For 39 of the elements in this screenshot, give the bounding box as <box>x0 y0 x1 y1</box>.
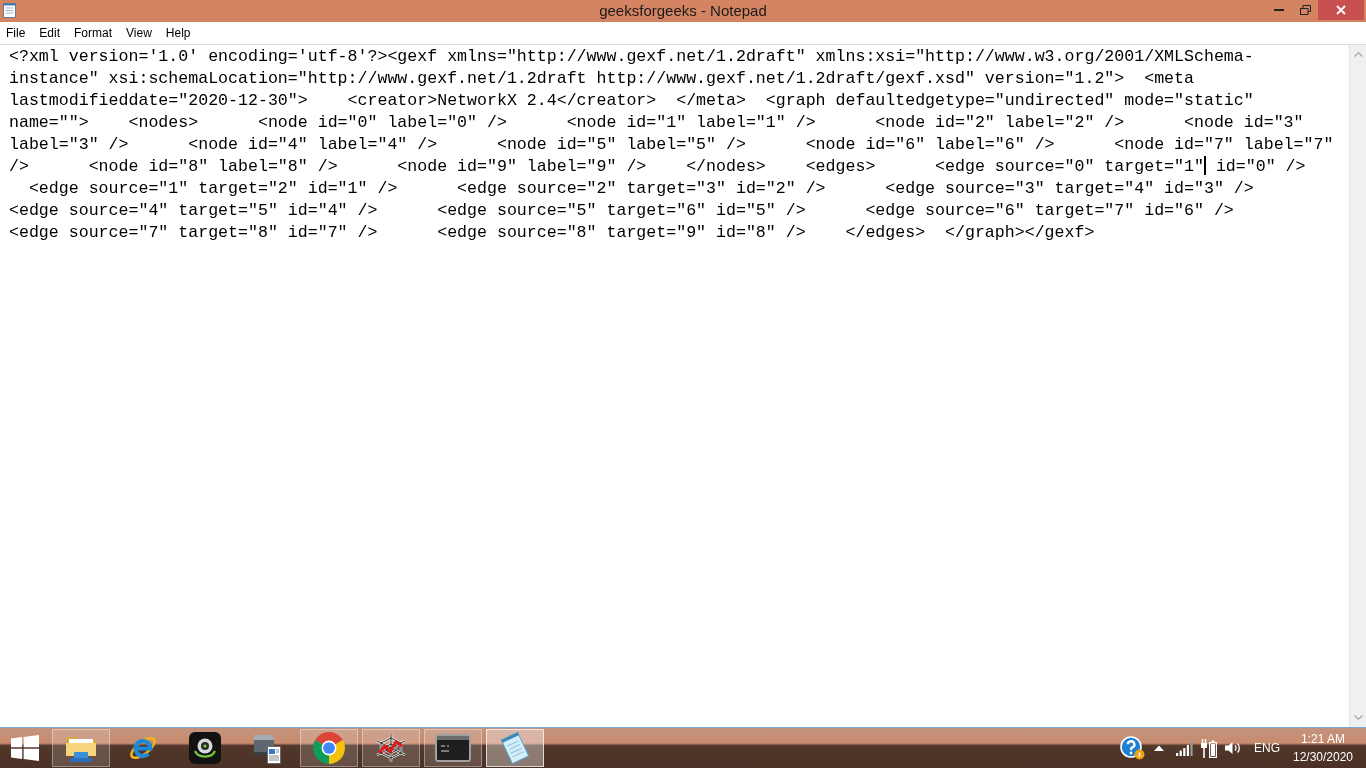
terminal-icon <box>435 734 471 762</box>
help-icon[interactable] <box>1120 736 1145 760</box>
signal-icon[interactable] <box>1176 740 1193 756</box>
text-line: /> <node id="8" label="8" /> <node id="9" label="9" /> </nodes> <edges> <edge source="0" target="1" <box>9 157 1204 176</box>
taskbar-button[interactable] <box>424 729 482 767</box>
text-line: <edge source="1" target="2" id="1" /> <edge source="2" target="3" id="2" /> <edge source="3" target="4" id="3" /> <box>27 179 1254 198</box>
window-title: geeksforgeeks - Notepad <box>599 1 767 21</box>
webcam-icon <box>189 732 221 764</box>
close-button[interactable] <box>1318 0 1364 20</box>
tricolor-circle-icon <box>313 732 345 764</box>
text-line: label="3" /> <node id="4" label="4" /> <node id="5" label="5" /> <node id="6" label="6" /> <node id="7" label="7" <box>9 135 1334 154</box>
text-line: <edge source="4" target="5" id="4" /> <edge source="5" target="6" id="5" /> <edge source="6" target="7" id="6" /> <box>9 201 1234 220</box>
menu-item[interactable]: View <box>120 23 158 43</box>
menu-item[interactable]: Help <box>159 23 197 43</box>
text-line: lastmodifieddate="2020-12-30"> <creator>NetworkX 2.4</creator> </meta> <graph defaultedgetype="undirected" mode="static" <box>9 91 1254 110</box>
clock-date[interactable]: 12/30/2020 <box>1292 748 1354 766</box>
menu-item[interactable]: Format <box>68 23 119 43</box>
menu-item[interactable]: File <box>0 23 32 43</box>
text-line: name=""> <nodes> <node id="0" label="0" /> <node id="1" label="1" /> <node id="2" label="2" /> <node id="3" <box>9 113 1304 132</box>
folder-icon <box>65 734 97 762</box>
caret-up-icon[interactable] <box>1154 745 1164 751</box>
notepad-icon[interactable] <box>3 2 16 18</box>
scanner-icon <box>251 732 283 764</box>
close-icon <box>1336 5 1346 15</box>
taskbar-button[interactable] <box>300 729 358 767</box>
spiderweb-icon <box>375 733 407 763</box>
text-line: <?xml version='1.0' encoding='utf-8'?><gexf xmlns="http://www.gexf.net/1.2draft" xmlns:xsi="http://www.w3.org/2001/XMLSchema- <box>9 47 1254 66</box>
windows-logo-icon <box>11 735 39 761</box>
restore-icon <box>1299 5 1311 15</box>
minimize-icon <box>1274 9 1284 11</box>
taskbar-button[interactable] <box>52 729 110 767</box>
text-line: instance" xsi:schemaLocation="http://www.gexf.net/1.2draft http://www.gexf.net/1.2draft/gexf.xsd" version="1.2"> <meta <box>9 69 1194 88</box>
speaker-icon[interactable] <box>1225 741 1241 755</box>
menu-item[interactable]: Edit <box>33 23 67 43</box>
text-caret-icon <box>1203 156 1206 175</box>
text-line: <edge source="7" target="8" id="7" /> <edge source="8" target="9" id="8" /> </edges> </graph></gexf> <box>9 223 1095 242</box>
language-indicator[interactable]: ENG <box>1254 740 1280 756</box>
plug-battery-icon[interactable] <box>1201 738 1217 758</box>
text-line: id="0" /> <box>1214 157 1306 176</box>
